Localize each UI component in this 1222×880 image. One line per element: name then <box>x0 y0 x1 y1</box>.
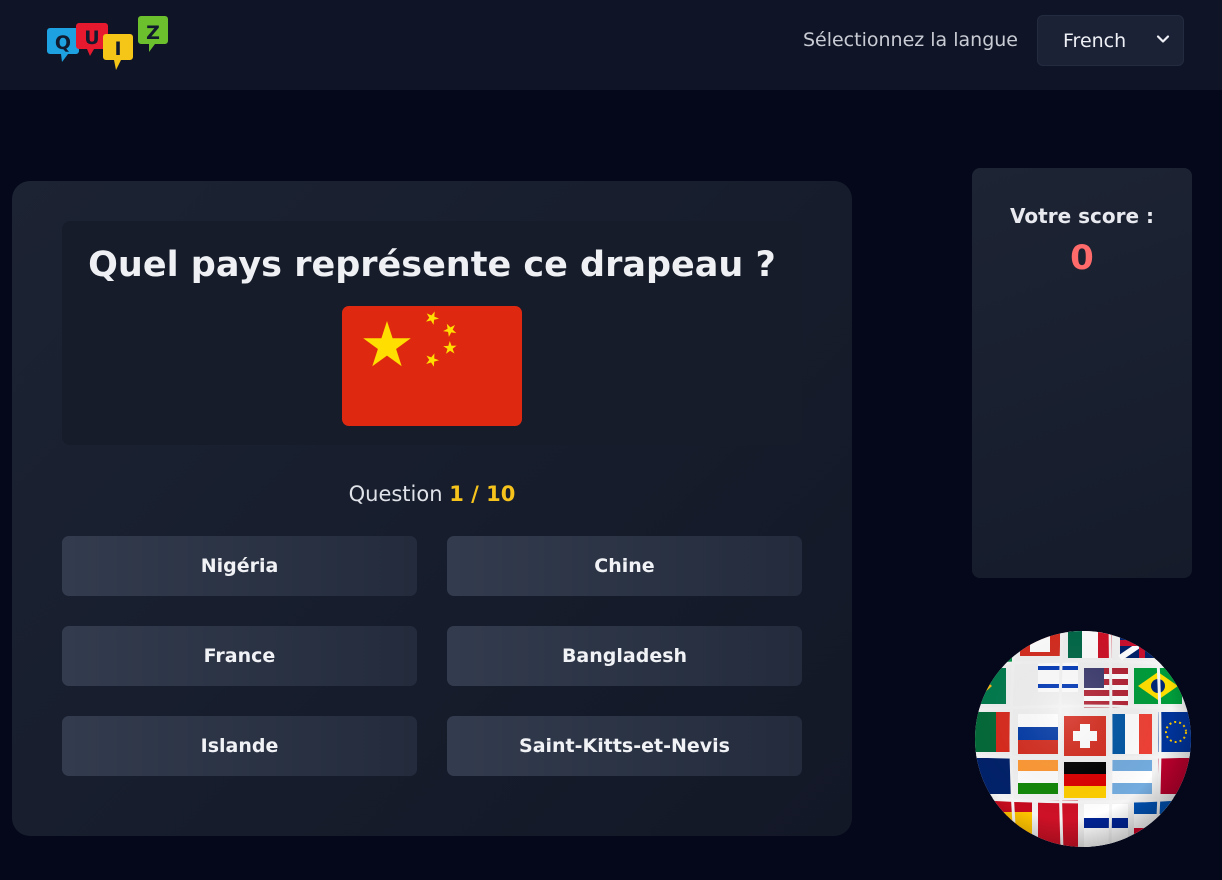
answer-label: Nigéria <box>200 555 279 577</box>
logo-bubble-z: Z <box>138 16 168 52</box>
answer-label: Saint-Kitts-et-Nevis <box>519 735 730 757</box>
answer-option-3[interactable]: France <box>62 626 417 686</box>
score-card: Votre score : 0 <box>972 168 1192 578</box>
svg-text:I: I <box>114 38 121 60</box>
logo-bubble-i: I <box>103 34 133 70</box>
score-value: 0 <box>1070 238 1094 278</box>
svg-text:Z: Z <box>146 22 160 44</box>
language-select[interactable]: French <box>1037 15 1184 66</box>
question-progress: Question 1 / 10 <box>12 482 852 506</box>
score-label: Votre score : <box>1010 204 1154 228</box>
answer-label: Bangladesh <box>561 645 688 667</box>
progress-counter: 1 / 10 <box>449 482 516 506</box>
answer-label: France <box>203 645 276 667</box>
china-flag-image <box>342 306 522 426</box>
quiz-logo[interactable]: Q U I Z <box>46 12 172 72</box>
top-bar: Q U I Z Sélectionnez la langue French <box>0 0 1222 90</box>
question-panel: Quel pays représente ce drapeau ? <box>62 221 802 445</box>
quiz-card: Quel pays représente ce drapeau ? Questi… <box>12 181 852 836</box>
language-label: Sélectionnez la langue <box>802 29 1018 51</box>
chevron-down-icon <box>1156 35 1170 43</box>
progress-label: Question <box>348 482 443 506</box>
answer-option-1[interactable]: Nigéria <box>62 536 417 596</box>
answer-label: Chine <box>594 555 655 577</box>
logo-bubble-q: Q <box>47 28 79 62</box>
flags-globe-icon <box>975 631 1191 847</box>
answer-option-6[interactable]: Saint-Kitts-et-Nevis <box>447 716 802 776</box>
svg-text:U: U <box>84 27 99 49</box>
answer-option-2[interactable]: Chine <box>447 536 802 596</box>
svg-text:Q: Q <box>55 32 71 54</box>
answer-option-4[interactable]: Bangladesh <box>447 626 802 686</box>
question-title: Quel pays représente ce drapeau ? <box>88 245 776 285</box>
answer-option-5[interactable]: Islande <box>62 716 417 776</box>
language-selected-value: French <box>1063 30 1127 52</box>
answer-label: Islande <box>200 735 279 757</box>
